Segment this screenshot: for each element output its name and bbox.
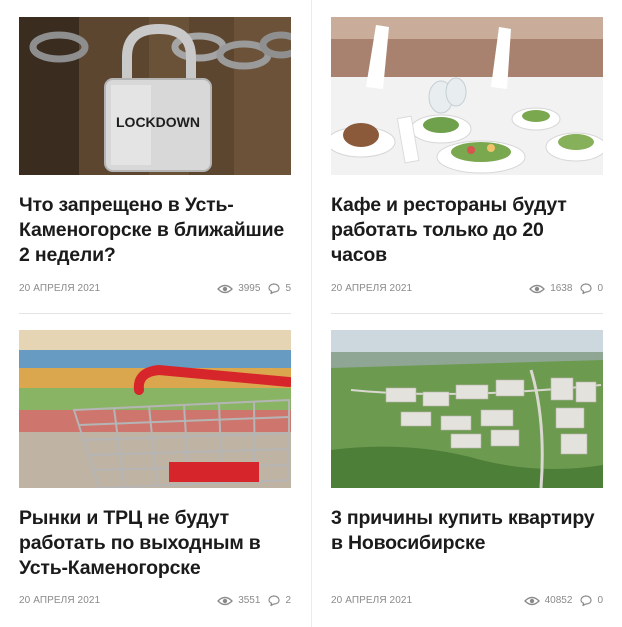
comments-value: 0: [597, 283, 603, 294]
article-date: 20 АПРЕЛЯ 2021: [331, 595, 413, 606]
article-card[interactable]: Кафе и рестораны будут работать только д…: [331, 17, 603, 294]
article-meta: 20 АПРЕЛЯ 2021 3995 5: [19, 283, 291, 294]
article-date: 20 АПРЕЛЯ 2021: [19, 283, 101, 294]
eye-icon: [523, 596, 540, 605]
row-divider-right: [331, 313, 603, 314]
views-value: 3551: [238, 595, 261, 606]
comments-value: 0: [597, 595, 603, 606]
views-count: 3995: [217, 283, 260, 294]
comment-icon: [580, 595, 593, 606]
comment-icon: [268, 283, 281, 294]
article-meta: 20 АПРЕЛЯ 2021 40852 0: [331, 595, 603, 606]
article-date: 20 АПРЕЛЯ 2021: [19, 595, 101, 606]
article-title[interactable]: Кафе и рестораны будут работать только д…: [331, 193, 603, 268]
article-meta: 20 АПРЕЛЯ 2021 1638 0: [331, 283, 603, 294]
row-divider-left: [19, 313, 291, 314]
comments-count: 0: [580, 283, 603, 294]
lockdown-label: LOCKDOWN: [116, 114, 200, 130]
article-image-city-aerial[interactable]: [331, 330, 603, 488]
comments-count: 0: [580, 595, 603, 606]
article-image-lockdown[interactable]: LOCKDOWN: [19, 17, 291, 175]
article-title[interactable]: Рынки и ТРЦ не будут работать по выходны…: [19, 506, 291, 581]
comments-value: 5: [285, 283, 291, 294]
article-card[interactable]: LOCKDOWN Что запрещено в Усть-Каменогорс…: [19, 17, 291, 294]
comments-count: 2: [268, 595, 291, 606]
views-value: 1638: [550, 283, 573, 294]
article-meta: 20 АПРЕЛЯ 2021 3551 2: [19, 595, 291, 606]
views-count: 40852: [523, 595, 573, 606]
comment-icon: [580, 283, 593, 294]
comments-value: 2: [285, 595, 291, 606]
eye-icon: [217, 596, 234, 605]
article-card[interactable]: 3 причины купить квартиру в Новосибирске…: [331, 330, 603, 606]
article-image-shopping-cart[interactable]: [19, 330, 291, 488]
article-title[interactable]: Что запрещено в Усть-Каменогорске в ближ…: [19, 193, 291, 268]
views-value: 40852: [544, 595, 573, 606]
article-card[interactable]: Рынки и ТРЦ не будут работать по выходны…: [19, 330, 291, 606]
eye-icon: [217, 284, 234, 293]
comments-count: 5: [268, 283, 291, 294]
views-count: 3551: [217, 595, 260, 606]
article-date: 20 АПРЕЛЯ 2021: [331, 283, 413, 294]
views-count: 1638: [529, 283, 572, 294]
article-image-restaurant[interactable]: [331, 17, 603, 175]
column-divider: [311, 0, 312, 627]
eye-icon: [529, 284, 546, 293]
comment-icon: [268, 595, 281, 606]
views-value: 3995: [238, 283, 261, 294]
article-title[interactable]: 3 причины купить квартиру в Новосибирске: [331, 506, 603, 556]
